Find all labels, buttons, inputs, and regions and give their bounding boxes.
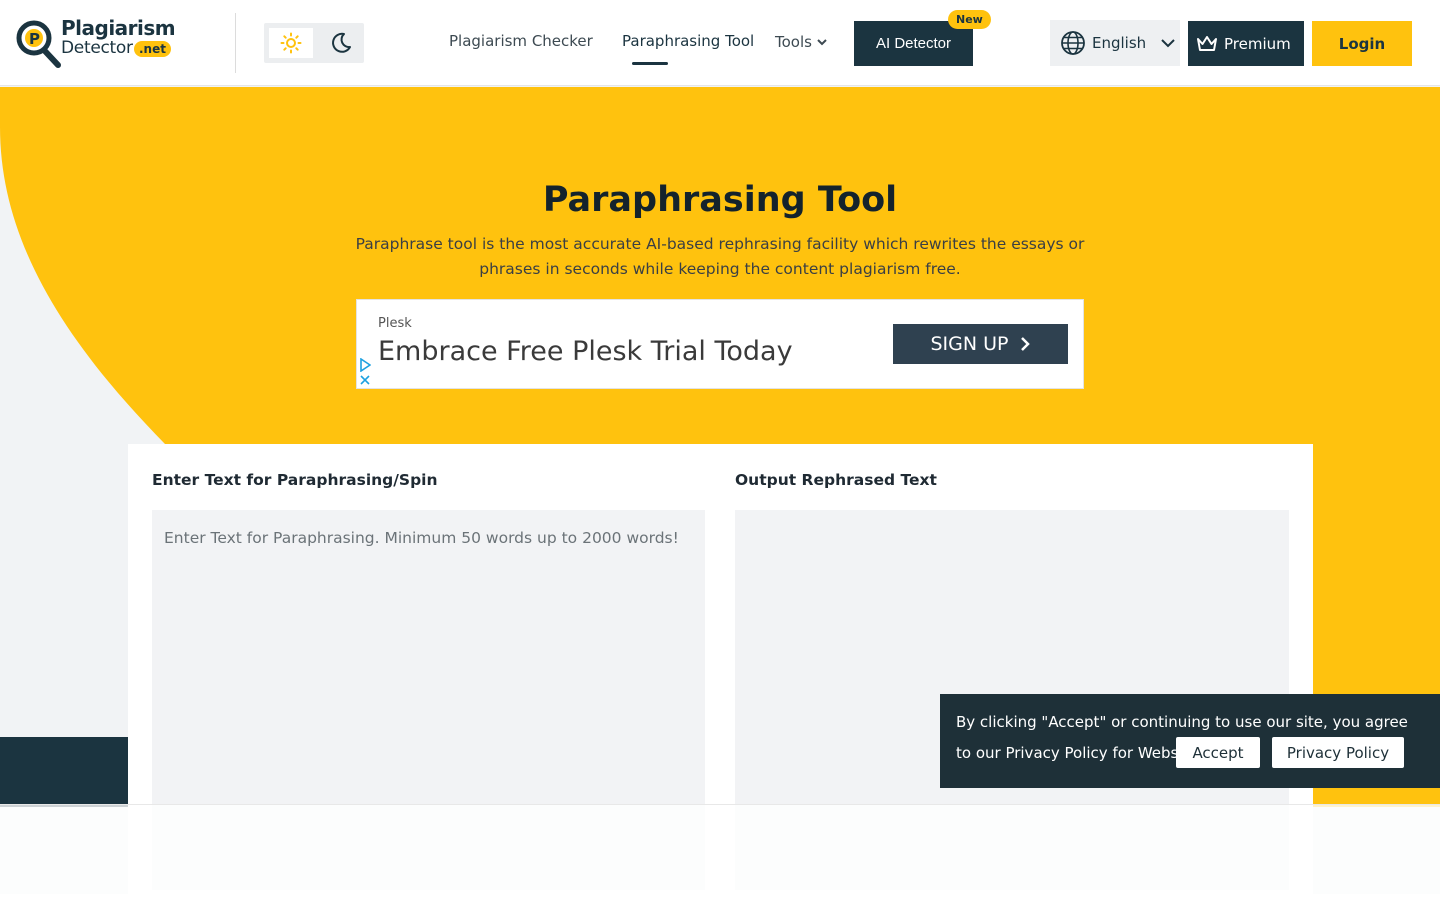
language-label: English [1092,34,1147,52]
cookie-privacy-policy-button[interactable]: Privacy Policy [1272,737,1404,768]
nav-paraphrasing-tool[interactable]: Paraphrasing Tool [622,32,754,50]
site-header: P Plagiarism Detector .net Plagiarism Ch… [0,0,1440,86]
crown-icon [1197,35,1217,51]
light-mode-button[interactable] [269,28,313,58]
ad-cta-label: SIGN UP [930,333,1009,355]
cookie-accept-button[interactable]: Accept [1176,737,1260,768]
chevron-down-icon [817,39,827,46]
advertisement-banner[interactable]: Plesk Embrace Free Plesk Trial Today SIG… [356,299,1084,389]
decorative-dark-block [0,737,128,807]
svg-text:P: P [29,30,40,48]
header-divider [235,13,236,73]
cookie-consent-banner: By clicking "Accept" or continuing to us… [940,694,1440,788]
logo-tld-badge: .net [134,41,171,57]
page-subtitle: Paraphrase tool is the most accurate AI-… [355,235,1085,278]
ad-brand: Plesk [378,316,412,331]
output-label: Output Rephrased Text [735,471,937,489]
premium-button[interactable]: Premium [1188,21,1304,66]
chevron-down-icon [1161,39,1175,48]
ad-headline[interactable]: Embrace Free Plesk Trial Today [378,336,793,367]
input-label: Enter Text for Paraphrasing/Spin [152,471,438,489]
page-title: Paraphrasing Tool [542,180,898,220]
chevron-right-icon [1020,337,1030,351]
globe-icon [1061,31,1085,55]
moon-icon [332,32,351,53]
nav-tools-dropdown[interactable]: Tools [775,33,828,51]
ad-close-icon[interactable] [359,374,371,386]
active-nav-indicator [632,62,668,65]
ad-signup-button[interactable]: SIGN UP [893,324,1068,364]
bottom-edge [0,894,1440,900]
tools-label: Tools [775,33,812,51]
premium-label: Premium [1224,34,1291,53]
new-badge: New [948,10,991,29]
theme-toggle [264,23,364,63]
bottom-fade-overlay [0,804,1440,900]
site-logo[interactable]: P Plagiarism Detector .net [16,16,176,70]
dark-mode-button[interactable] [326,28,356,58]
login-button[interactable]: Login [1312,21,1412,66]
nav-plagiarism-checker[interactable]: Plagiarism Checker [449,32,593,50]
logo-text-detector: Detector [61,38,133,58]
language-selector[interactable]: English [1050,20,1180,66]
sun-icon [280,32,302,54]
logo-text-plagiarism: Plagiarism [61,16,176,40]
adchoices-icon[interactable] [359,358,371,372]
